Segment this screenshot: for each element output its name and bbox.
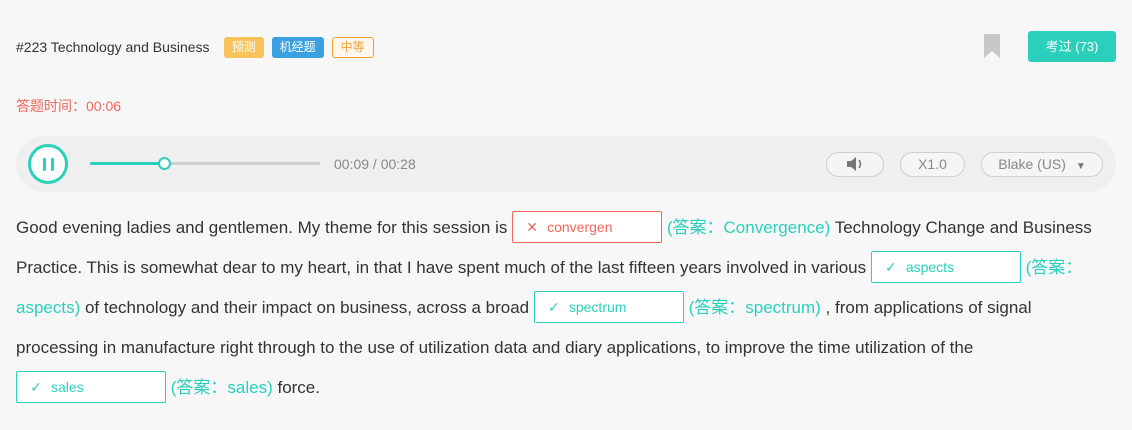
- check-icon: ✓: [547, 298, 560, 315]
- tag-jijing: 机经题: [271, 36, 324, 58]
- voice-select[interactable]: Blake (US) ▼: [981, 152, 1103, 177]
- blank-value: convergen: [547, 218, 613, 235]
- volume-button[interactable]: [826, 152, 884, 177]
- correct-answer-4: (答案：sales): [170, 378, 273, 397]
- blank-value: aspects: [905, 258, 955, 275]
- total-time: 00:28: [380, 156, 416, 172]
- blank-value: sales: [51, 378, 84, 395]
- check-icon: ✓: [30, 378, 42, 395]
- voice-label: Blake (US): [998, 156, 1066, 172]
- passage-text: Good evening ladies and gentlemen. My th…: [16, 208, 1116, 408]
- answer-timer: 答题时间：00:06: [16, 96, 121, 116]
- answer-blank-1[interactable]: ✕ convergen: [512, 210, 663, 243]
- passage-segment: Good evening ladies and gentlemen. My th…: [16, 218, 513, 237]
- pause-button[interactable]: [28, 144, 68, 184]
- timer-label: 答题时间：: [16, 98, 86, 114]
- correct-answer-3: (答案：spectrum): [688, 298, 821, 317]
- pause-icon: [51, 158, 54, 171]
- progress-fill: [90, 162, 164, 165]
- passage-segment: force.: [272, 378, 320, 397]
- answer-blank-3[interactable]: ✓ spectrum: [533, 290, 684, 323]
- tag-predict: 预测: [223, 36, 264, 58]
- speed-button[interactable]: X1.0: [900, 152, 965, 177]
- wrong-icon: ✕: [526, 218, 538, 235]
- progress-track[interactable]: [90, 157, 320, 170]
- tag-difficulty: 中等: [331, 36, 374, 58]
- answer-blank-4[interactable]: ✓ sales: [16, 370, 166, 403]
- question-title: #223 Technology and Business: [16, 39, 210, 55]
- bookmark-icon[interactable]: [984, 34, 1000, 58]
- pause-icon: [43, 158, 46, 171]
- check-icon: ✓: [884, 258, 897, 275]
- exam-count-button[interactable]: 考过 (73): [1028, 31, 1116, 62]
- question-header: #223 Technology and Business 预测 机经题 中等: [16, 32, 1116, 62]
- passage-segment: of technology and their impact on busine…: [80, 298, 534, 317]
- correct-answer-1: (答案：Convergence): [666, 218, 831, 237]
- caret-down-icon: ▼: [1075, 161, 1086, 172]
- time-display: 00:09 / 00:28: [334, 156, 416, 172]
- speaker-icon: [847, 157, 862, 172]
- timer-value: 00:06: [86, 98, 122, 114]
- answer-blank-2[interactable]: ✓ aspects: [870, 250, 1021, 283]
- current-time: 00:09: [334, 156, 370, 172]
- progress-knob[interactable]: [157, 157, 171, 170]
- blank-value: spectrum: [568, 298, 627, 315]
- time-separator: /: [369, 156, 381, 172]
- audio-player: 00:09 / 00:28 X1.0 Blake (US) ▼: [16, 136, 1116, 192]
